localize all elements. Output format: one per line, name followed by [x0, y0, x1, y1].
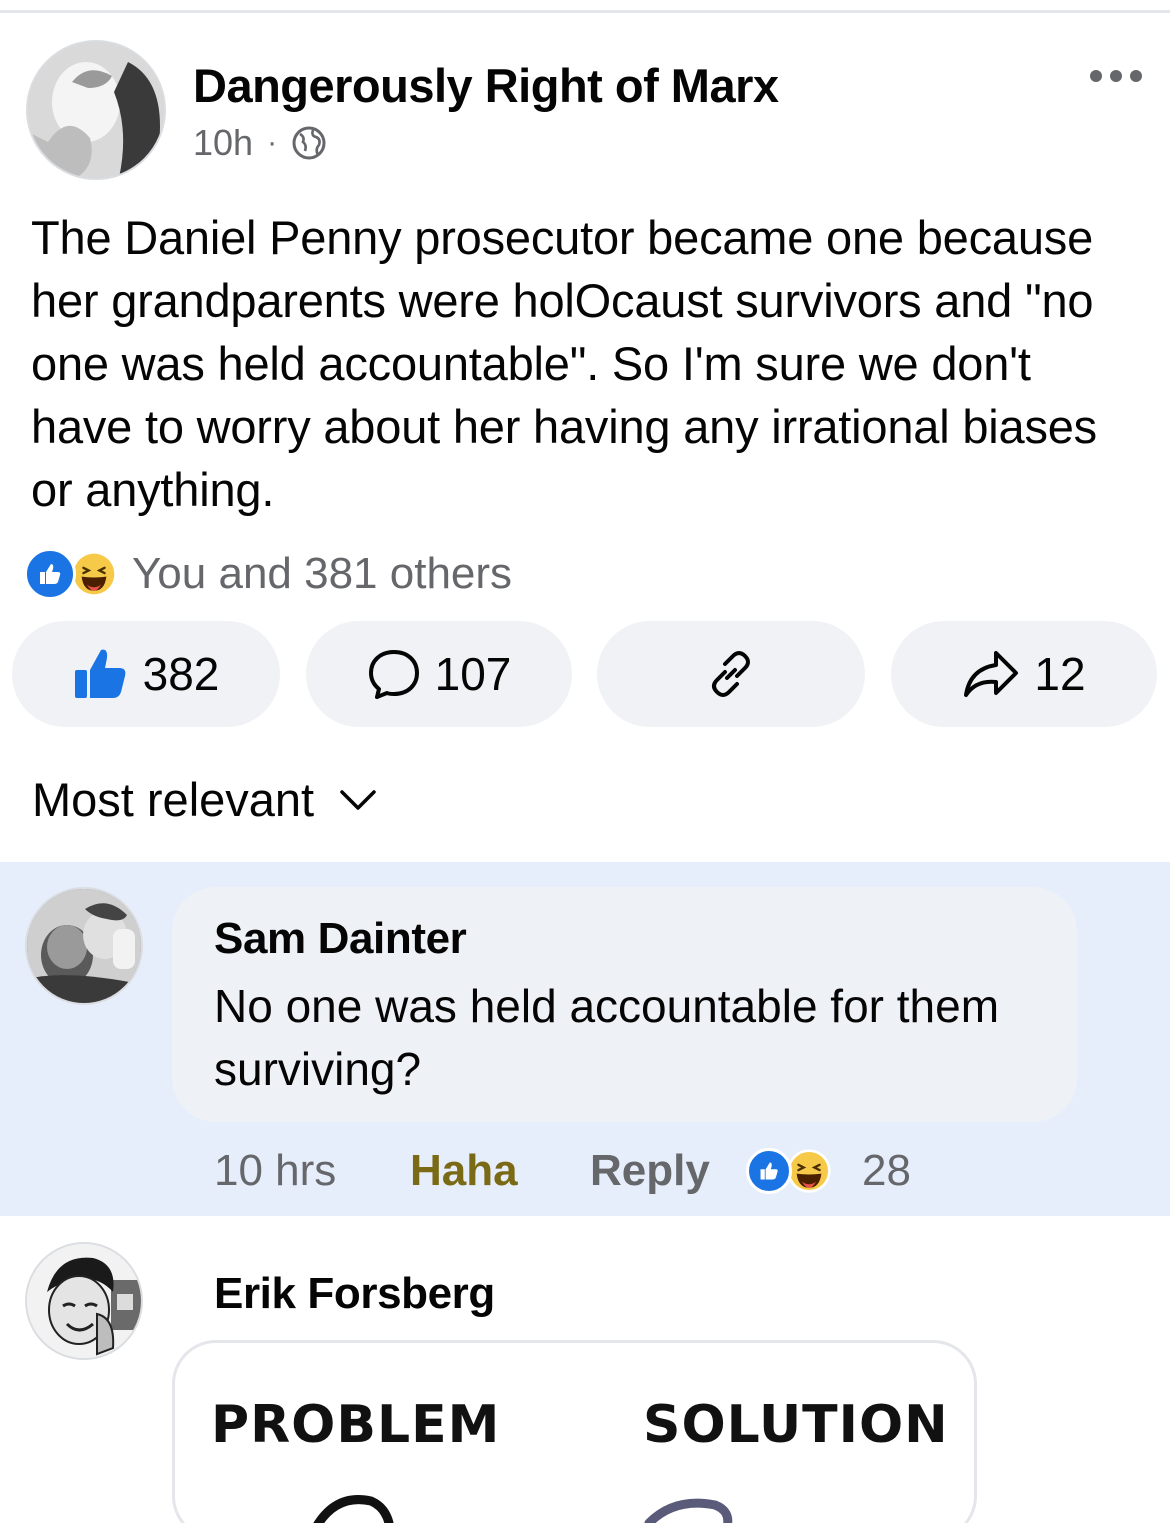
chevron-down-icon: [340, 789, 376, 810]
like-icon: [746, 1148, 792, 1194]
commenter-name[interactable]: Sam Dainter: [214, 914, 467, 964]
haha-icon: [787, 1149, 831, 1193]
sort-label: Most relevant: [32, 773, 315, 826]
author-avatar[interactable]: [26, 40, 166, 180]
reaction-summary[interactable]: You and 381 others: [24, 548, 512, 600]
post-meta: 10h ·: [193, 122, 327, 164]
share-icon: [964, 651, 1019, 697]
image-label-problem: PROBLEM: [211, 1395, 501, 1455]
commenter-avatar[interactable]: [25, 887, 143, 1005]
comment-button[interactable]: 107: [306, 621, 572, 727]
image-label-solution: SOLUTION: [643, 1395, 949, 1455]
post-body-text: The Daniel Penny prosecutor became one b…: [31, 211, 1097, 516]
comment-sort-dropdown[interactable]: Most relevant: [32, 772, 378, 827]
share-count: 12: [1034, 648, 1086, 700]
reaction-summary-text: You and 381 others: [132, 549, 513, 598]
top-divider: [0, 10, 1170, 13]
like-count: 382: [142, 648, 220, 700]
comment-text: No one was held accountable for them sur…: [214, 980, 1000, 1095]
like-icon: [24, 548, 76, 600]
meta-separator: ·: [267, 126, 278, 159]
thumbs-up-icon: [74, 649, 126, 698]
post-author-name[interactable]: Dangerously Right of Marx: [193, 58, 779, 113]
reaction-button[interactable]: Haha: [410, 1146, 590, 1196]
post-time[interactable]: 10h: [193, 122, 253, 164]
link-icon: [712, 651, 750, 697]
image-illustration: [313, 1495, 733, 1523]
copy-link-button[interactable]: [597, 621, 865, 727]
share-button[interactable]: 12: [891, 621, 1157, 727]
like-button[interactable]: 382: [12, 621, 280, 727]
comment-actions: 10 hrs Haha Reply 28: [214, 1146, 911, 1196]
comment-count: 107: [434, 648, 512, 700]
reply-button[interactable]: Reply: [590, 1146, 746, 1196]
commenter-name[interactable]: Erik Forsberg: [214, 1269, 495, 1319]
globe-icon: [292, 126, 326, 160]
comment-time[interactable]: 10 hrs: [214, 1146, 410, 1196]
commenter-avatar[interactable]: [25, 1242, 143, 1360]
comment-icon: [368, 650, 419, 699]
comment-reaction-count[interactable]: 28: [862, 1146, 911, 1196]
comment-image-attachment[interactable]: PROBLEM SOLUTION: [172, 1340, 977, 1523]
more-options-icon[interactable]: [1090, 70, 1142, 82]
